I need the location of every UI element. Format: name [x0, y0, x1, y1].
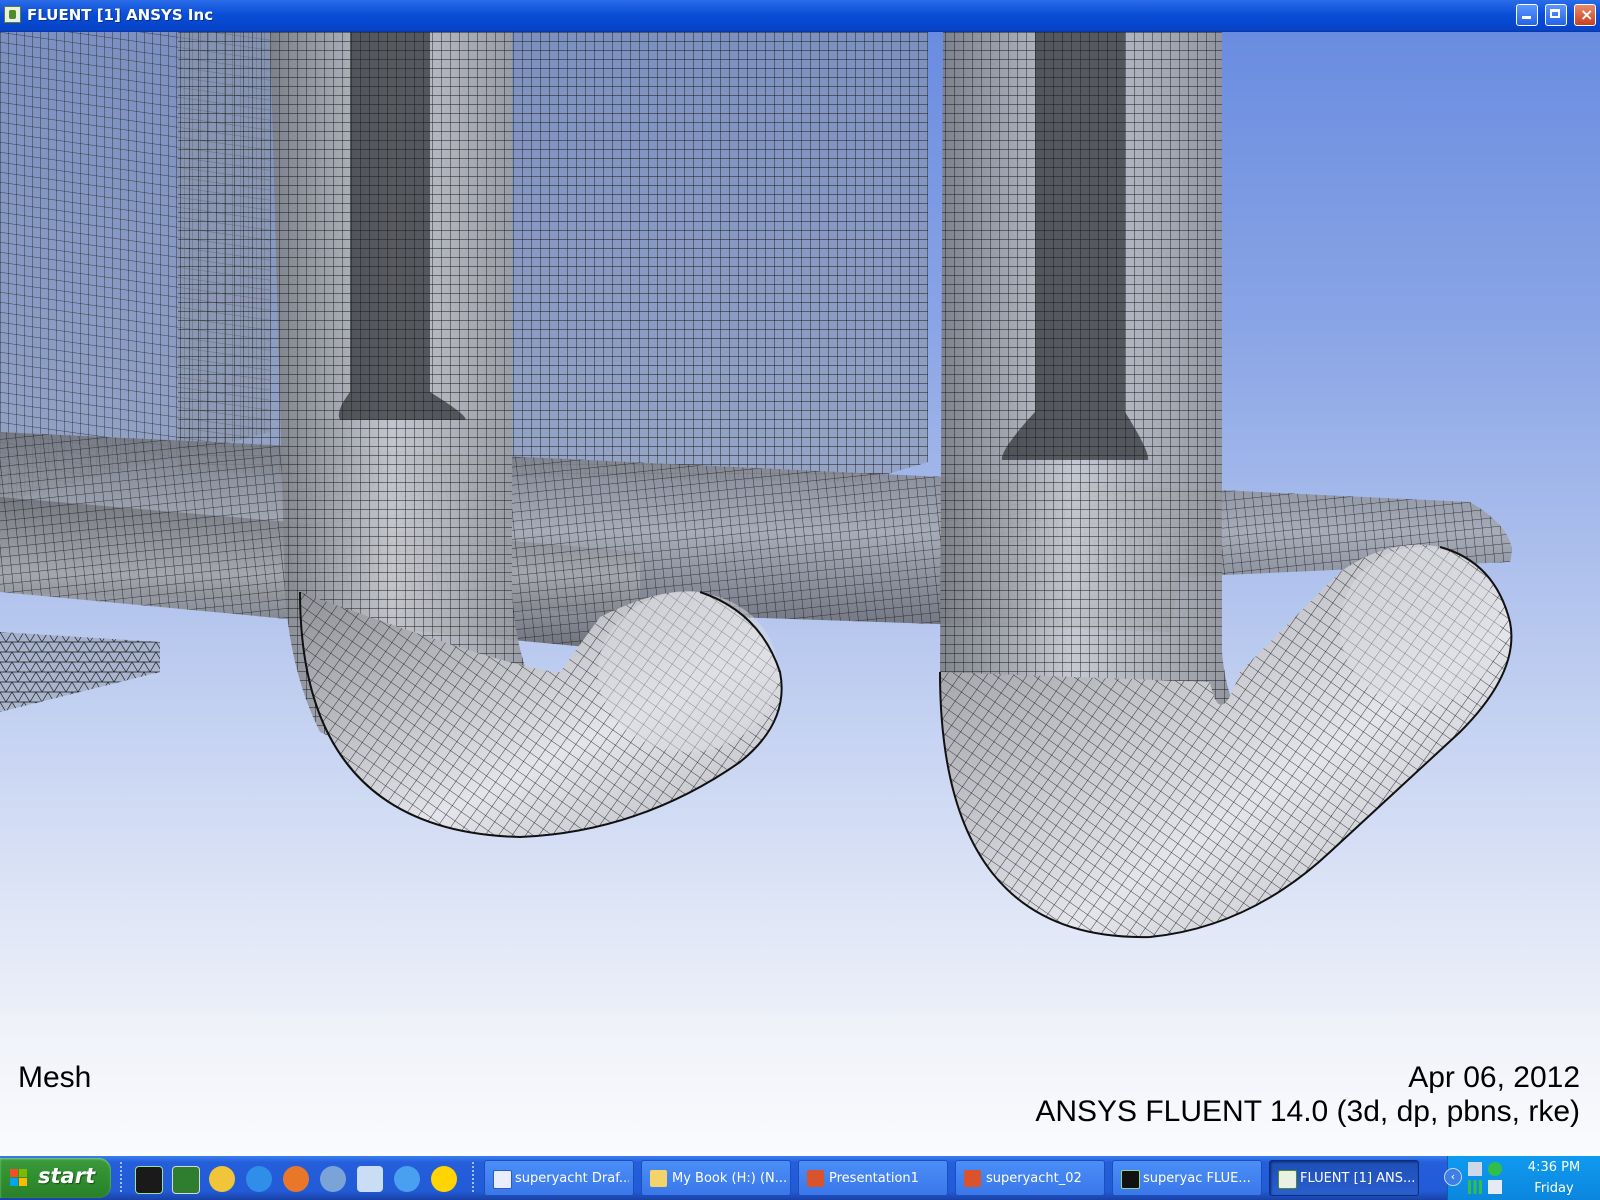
clock-time[interactable]: 4:36 PM: [1514, 1160, 1594, 1175]
notes-icon[interactable]: [357, 1166, 383, 1192]
taskbar-item-label: superyacht_02: [986, 1171, 1082, 1186]
security-check-icon[interactable]: [1488, 1162, 1502, 1176]
window-title: FLUENT [1] ANSYS Inc: [27, 6, 214, 24]
close-button[interactable]: ×: [1574, 4, 1596, 26]
taskbar-separator: [120, 1162, 122, 1194]
clock-day: Friday: [1534, 1181, 1574, 1196]
windows-logo-icon: [10, 1169, 28, 1187]
fluent-icon: [1278, 1170, 1297, 1189]
taskbar-item-my-book[interactable]: My Book (H:) (N...: [641, 1160, 791, 1196]
monitor-icon[interactable]: [135, 1166, 163, 1194]
taskbar-item-fluent-active[interactable]: FLUENT [1] ANS...: [1269, 1160, 1419, 1196]
start-label: start: [38, 1164, 96, 1188]
signal-strength-icon[interactable]: [1468, 1180, 1482, 1194]
graphics-caption: Mesh Apr 06, 2012 ANSYS FLUENT 14.0 (3d,…: [0, 1013, 1600, 1156]
display-icon[interactable]: [1488, 1180, 1502, 1194]
caption-solver-version: ANSYS FLUENT 14.0 (3d, dp, pbns, rke): [1035, 1095, 1580, 1128]
taskbar-separator: [472, 1162, 474, 1194]
folder-icon: [650, 1170, 667, 1187]
taskbar-item-superyac-fluent[interactable]: superyac FLUE...: [1112, 1160, 1262, 1196]
graphics-viewport[interactable]: [0, 32, 1600, 1013]
gambit-icon[interactable]: [172, 1166, 200, 1194]
taskbar-item-label: superyacht Draf...: [515, 1171, 629, 1186]
close-icon: ×: [1580, 5, 1594, 24]
taskbar: start superyacht Draf... My Book (H:) (N…: [0, 1156, 1600, 1200]
taskbar-item-word-draft[interactable]: superyacht Draf...: [484, 1160, 634, 1196]
minimize-button[interactable]: [1516, 4, 1538, 26]
caption-date: Apr 06, 2012: [1408, 1061, 1580, 1094]
system-tray: ‹ 4:36 PM Friday: [1444, 1156, 1600, 1200]
internet-explorer-icon[interactable]: [246, 1166, 272, 1192]
taskbar-item-label: FLUENT [1] ANS...: [1300, 1171, 1414, 1186]
restore-icon: [1550, 9, 1560, 18]
taskbar-item-label: Presentation1: [829, 1171, 919, 1186]
taskbar-item-presentation1[interactable]: Presentation1: [798, 1160, 948, 1196]
folder-icon[interactable]: [209, 1166, 235, 1192]
fluent-graphics-icon: [1121, 1170, 1140, 1189]
fluent-app-icon[interactable]: [4, 6, 21, 23]
firefox-icon[interactable]: [283, 1166, 309, 1192]
window-title-bar[interactable]: FLUENT [1] ANSYS Inc ×: [0, 0, 1600, 32]
taskbar-item-label: My Book (H:) (N...: [672, 1171, 786, 1186]
restore-button[interactable]: [1545, 4, 1567, 26]
mesh-display: [0, 32, 1513, 939]
media-player-icon[interactable]: [394, 1166, 420, 1192]
start-button[interactable]: start: [0, 1158, 111, 1198]
arrow-app-icon[interactable]: [431, 1166, 457, 1192]
taskbar-item-label: superyac FLUE...: [1143, 1171, 1251, 1186]
caption-title: Mesh: [18, 1061, 92, 1094]
network-icon[interactable]: [1468, 1162, 1482, 1176]
taskbar-item-superyacht-02[interactable]: superyacht_02: [955, 1160, 1105, 1196]
word-icon: [493, 1170, 512, 1189]
minimize-icon: [1522, 16, 1531, 19]
powerpoint-icon: [807, 1170, 824, 1187]
powerpoint-icon: [964, 1170, 981, 1187]
outlook-icon[interactable]: [320, 1166, 346, 1192]
show-hidden-icons-button[interactable]: ‹: [1444, 1168, 1462, 1186]
